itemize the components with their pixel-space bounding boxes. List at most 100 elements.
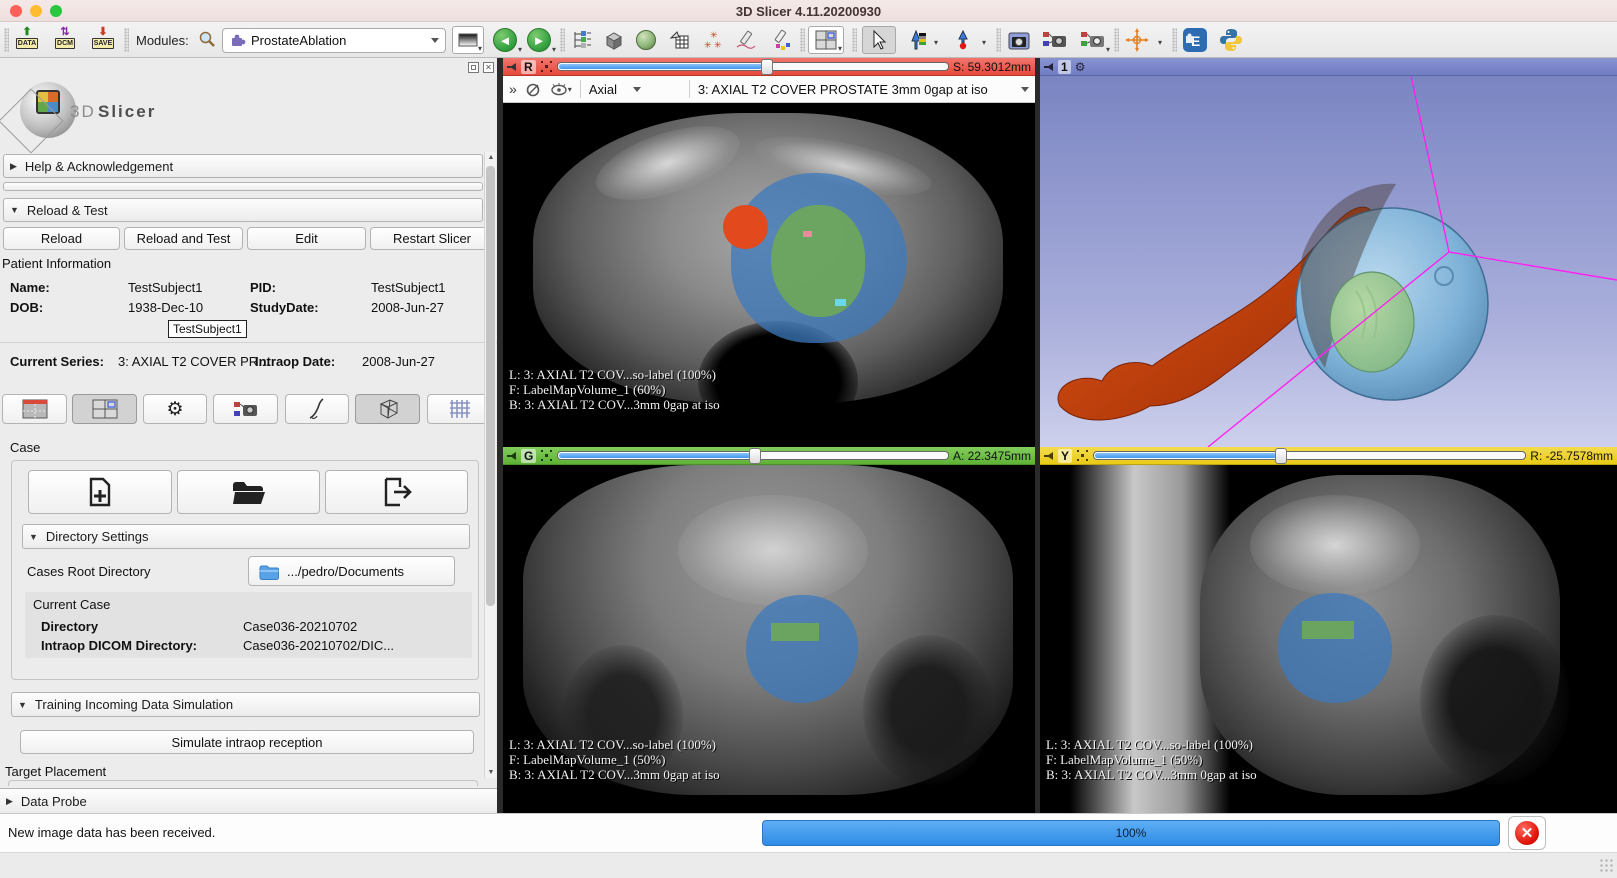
forward-button[interactable]: ► ▾ xyxy=(524,26,554,54)
fiducial-visibility-icon[interactable] xyxy=(1076,449,1089,462)
chevron-down-icon[interactable]: ▾ xyxy=(934,38,938,47)
screenshot-button[interactable] xyxy=(1004,26,1034,54)
slice-visibility-button[interactable]: ▾ xyxy=(550,82,572,96)
pin-icon[interactable] xyxy=(507,451,517,461)
python-console-button[interactable] xyxy=(1216,26,1246,54)
panel-scrollbar[interactable]: ▲ ▼ xyxy=(484,152,496,778)
chevron-down-icon[interactable]: ▾ xyxy=(1158,38,1162,47)
volume-cube-icon xyxy=(603,29,625,51)
scene-view-capture-button[interactable] xyxy=(1040,26,1070,54)
edit-button[interactable]: Edit xyxy=(247,227,366,250)
resize-grip[interactable] xyxy=(1599,858,1613,872)
hierarchy-tree-icon xyxy=(571,29,593,51)
cases-root-label: Cases Root Directory xyxy=(27,564,151,579)
threed-render-area[interactable] xyxy=(1040,76,1617,447)
scrollbar-thumb[interactable] xyxy=(486,166,495,606)
layout-selector-button[interactable]: ▾ xyxy=(808,26,844,54)
orientation-selector[interactable]: Axial xyxy=(589,82,681,97)
updown-arrows-icon: ⇅ xyxy=(60,27,69,38)
create-new-case-button[interactable] xyxy=(28,470,172,514)
volumes-module-button[interactable] xyxy=(600,26,628,54)
load-data-button[interactable]: ⬆ DATA xyxy=(14,27,40,53)
chevron-down-icon[interactable]: ▾ xyxy=(982,38,986,47)
data-probe-label: Data Probe xyxy=(21,794,87,809)
module-panel: ✕ 3D Slicer ▶ Help & Acknowledgement ▼ R… xyxy=(0,58,497,813)
red-slice-image[interactable]: L: 3: AXIAL T2 COV...so-label (100%) F: … xyxy=(503,103,1035,447)
study-date-label: StudyDate: xyxy=(250,300,319,315)
scene-view-restore-button[interactable]: ▾ xyxy=(1078,26,1108,54)
pin-icon[interactable] xyxy=(507,62,517,72)
reload-button[interactable]: Reload xyxy=(3,227,120,250)
scroll-up-icon[interactable]: ▲ xyxy=(486,154,496,161)
help-acknowledgement-header[interactable]: ▶ Help & Acknowledgement xyxy=(3,154,483,178)
tumor-segment-overlay xyxy=(771,623,819,641)
four-up-layout-button[interactable] xyxy=(72,394,137,424)
window-level-button[interactable] xyxy=(902,26,932,54)
pin-icon[interactable] xyxy=(1044,62,1054,72)
training-simulation-label: Training Incoming Data Simulation xyxy=(35,697,233,712)
green-slice-image[interactable]: L: 3: AXIAL T2 COV...so-label (100%) F: … xyxy=(503,465,1035,813)
case-capture-button[interactable] xyxy=(213,394,278,424)
reload-and-test-button[interactable]: Reload and Test xyxy=(124,227,243,250)
settings-button[interactable]: ⚙ xyxy=(143,394,207,424)
markups-module-button[interactable]: ✳✳✳ xyxy=(700,26,728,54)
anatomy-shadow xyxy=(863,635,993,785)
mouse-interaction-button[interactable] xyxy=(862,26,896,54)
module-search-icon[interactable] xyxy=(198,30,216,53)
dicom-button[interactable]: ⇅ DCM xyxy=(52,27,78,53)
volume-selector[interactable]: 3: AXIAL T2 COVER PROSTATE 3mm 0gap at i… xyxy=(698,82,1029,97)
reload-test-header[interactable]: ▼ Reload & Test xyxy=(3,198,483,222)
gear-icon[interactable]: ⚙ xyxy=(1075,60,1086,74)
simulate-intraop-button[interactable]: Simulate intraop reception xyxy=(20,730,474,754)
yellow-slice-slider[interactable] xyxy=(1093,451,1526,460)
crosshair-toggle-button[interactable] xyxy=(1122,26,1152,54)
slider-handle[interactable] xyxy=(1275,448,1287,464)
red-slice-view: R S: 59.3012mm » ▾ Axial xyxy=(503,58,1035,447)
fiducial-visibility-icon[interactable] xyxy=(540,60,553,73)
cancel-progress-button[interactable]: ✕ xyxy=(1508,816,1546,850)
training-simulation-header[interactable]: ▼ Training Incoming Data Simulation xyxy=(11,692,480,717)
window-level-arrow-icon xyxy=(905,29,929,51)
slider-handle[interactable] xyxy=(749,448,761,464)
yellow-slice-image[interactable]: L: 3: AXIAL T2 COV...so-label (100%) F: … xyxy=(1040,465,1617,813)
scroll-down-icon[interactable]: ▼ xyxy=(486,769,496,776)
restart-slicer-button[interactable]: Restart Slicer xyxy=(370,227,494,250)
module-history-button[interactable]: ▾ xyxy=(452,26,484,54)
current-case-box: Current Case Directory Case036-20210702 … xyxy=(25,592,472,658)
extensions-manager-button[interactable]: E xyxy=(1180,26,1210,54)
save-button[interactable]: ⬇ SAVE xyxy=(90,27,116,53)
template-grid-button[interactable] xyxy=(427,394,492,424)
needle-button[interactable] xyxy=(285,394,349,424)
fiducial-visibility-icon[interactable] xyxy=(540,449,553,462)
slider-handle[interactable] xyxy=(761,59,773,75)
pin-icon[interactable] xyxy=(1044,451,1054,461)
close-case-button[interactable] xyxy=(325,470,468,514)
open-case-button[interactable] xyxy=(177,470,320,514)
directory-settings-header[interactable]: ▼ Directory Settings xyxy=(22,524,470,549)
transforms-module-button[interactable] xyxy=(666,26,694,54)
annotations-ruler-button[interactable] xyxy=(732,26,760,54)
green-slice-slider[interactable] xyxy=(557,451,949,460)
red-slice-bar: R S: 59.3012mm xyxy=(503,58,1035,76)
red-slice-only-layout-button[interactable] xyxy=(2,394,67,424)
subject-hierarchy-button[interactable] xyxy=(568,26,596,54)
back-button[interactable]: ◄ ▾ xyxy=(490,26,520,54)
data-probe-header[interactable]: ▶ Data Probe xyxy=(0,788,497,814)
undock-panel-icon[interactable] xyxy=(468,62,479,73)
module-selector[interactable]: ProstateAblation xyxy=(222,28,446,53)
close-panel-icon[interactable]: ✕ xyxy=(483,62,494,73)
models-module-button[interactable] xyxy=(632,26,660,54)
segment-editor-button[interactable] xyxy=(766,26,794,54)
divider xyxy=(0,342,497,343)
layer-info-overlay: L: 3: AXIAL T2 COV...so-label (100%) F: … xyxy=(509,737,720,782)
cursor-icon xyxy=(869,29,889,51)
extensions-icon: E xyxy=(1182,27,1208,53)
view-link-icon[interactable] xyxy=(525,82,542,97)
crosshair-select-button[interactable] xyxy=(948,26,978,54)
zframe-3d-button[interactable] xyxy=(355,394,420,424)
pid-value: TestSubject1 xyxy=(371,280,445,295)
more-options-chevron[interactable]: » xyxy=(509,81,517,97)
cases-root-directory-button[interactable]: .../pedro/Documents xyxy=(248,556,455,586)
reload-test-label: Reload & Test xyxy=(27,203,108,218)
red-slice-slider[interactable] xyxy=(557,62,949,71)
